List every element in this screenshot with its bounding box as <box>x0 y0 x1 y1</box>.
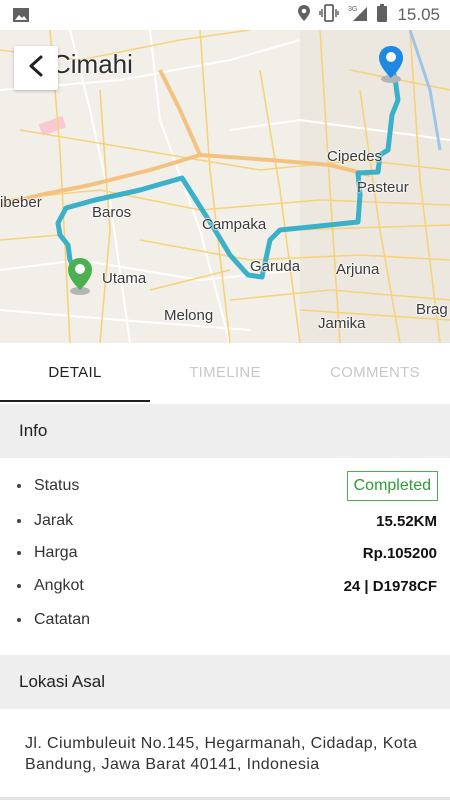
lokasi-asal-section-header: Lokasi Asal <box>0 655 450 709</box>
map-label-arjuna: Arjuna <box>336 261 380 278</box>
map-label-pasteur: Pasteur <box>357 179 409 196</box>
info-row-status: Status Completed <box>0 471 450 501</box>
info-row-harga: Harga Rp.105200 <box>0 538 450 568</box>
vibrate-icon <box>319 4 340 26</box>
tab-comments[interactable]: COMMENTS <box>300 343 450 402</box>
destination-pin-icon[interactable] <box>377 44 405 88</box>
clock: 15.05 <box>397 5 440 24</box>
route-map[interactable]: Cimahi Cipedes Pasteur ibeber Baros Camp… <box>0 30 450 343</box>
image-icon <box>12 6 30 28</box>
origin-pin-icon[interactable] <box>66 256 94 300</box>
map-label-baros: Baros <box>92 204 132 221</box>
status-bar: 3G 15.05 <box>0 0 450 30</box>
info-label-angkot: Angkot <box>34 577 84 594</box>
bullet <box>17 551 21 555</box>
status-badge: Completed <box>346 471 438 501</box>
info-list: Status Completed Jarak 15.52KM Harga Rp.… <box>0 458 450 652</box>
map-label-campaka: Campaka <box>202 216 267 233</box>
map-label-cibeber: ibeber <box>0 194 42 211</box>
map-label-garuda: Garuda <box>250 258 301 275</box>
info-value-harga: Rp.105200 <box>362 544 437 562</box>
map-label-jamika: Jamika <box>318 315 366 332</box>
signal-icon: 3G <box>347 4 369 26</box>
info-value-jarak: 15.52KM <box>376 512 437 530</box>
info-label-catatan: Catatan <box>34 611 91 628</box>
info-label-status: Status <box>34 477 80 494</box>
info-section-header: Info <box>0 404 450 458</box>
map-label-cipedes: Cipedes <box>327 148 383 165</box>
tab-timeline[interactable]: TIMELINE <box>150 343 300 402</box>
map-label-utama: Utama <box>102 270 147 287</box>
bullet <box>17 584 21 588</box>
origin-address: Jl. Ciumbuleuit No.145, Hegarmanah, Cida… <box>25 735 418 773</box>
bullet <box>17 519 21 523</box>
battery-icon <box>377 4 388 26</box>
info-row-catatan: Catatan <box>0 605 450 635</box>
info-row-jarak: Jarak 15.52KM <box>0 506 450 536</box>
bullet <box>17 484 21 488</box>
back-arrow-icon <box>26 54 46 82</box>
bullet <box>17 618 21 622</box>
map-label-melong: Melong <box>164 307 214 324</box>
map-label-cimahi: Cimahi <box>52 49 133 79</box>
info-row-angkot: Angkot 24 | D1978CF <box>0 571 450 601</box>
location-icon <box>297 4 311 26</box>
map-label-braga: Brag <box>416 301 448 318</box>
back-button[interactable] <box>14 46 58 90</box>
svg-text:3G: 3G <box>348 6 357 13</box>
tab-detail[interactable]: DETAIL <box>0 343 150 402</box>
tab-bar: DETAIL TIMELINE COMMENTS <box>0 343 450 402</box>
info-value-angkot: 24 | D1978CF <box>343 577 437 595</box>
info-label-harga: Harga <box>34 544 78 561</box>
info-label-jarak: Jarak <box>34 512 74 529</box>
